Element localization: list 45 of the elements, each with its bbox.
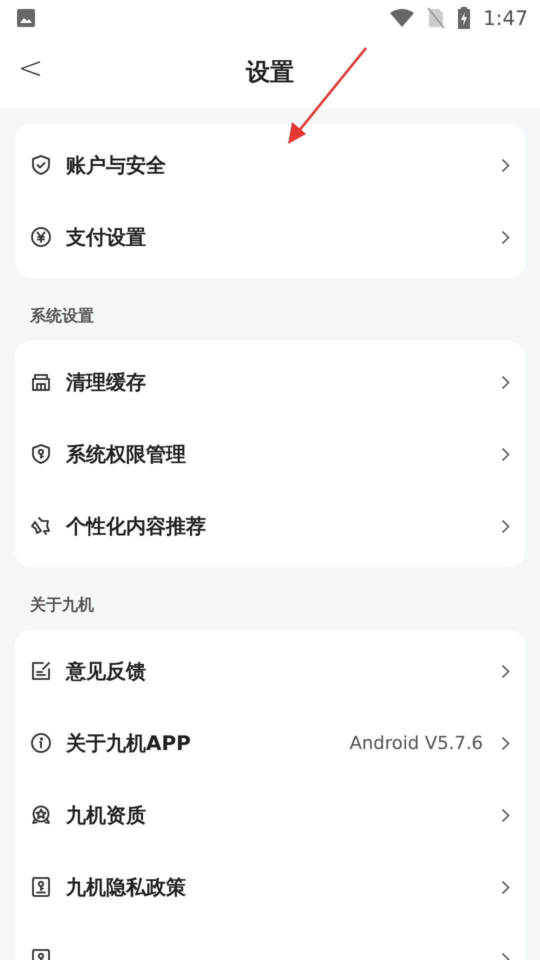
section-heading: 关于九机 (28, 594, 95, 616)
image-icon (16, 8, 36, 28)
page-title: 设置 (246, 57, 294, 88)
chevron-right-icon (501, 230, 510, 244)
row-label: 意见反馈 (66, 658, 147, 684)
status-time: 1:47 (483, 6, 528, 30)
battery-charging-icon (457, 7, 472, 29)
chevron-right-icon (501, 880, 510, 894)
row-label: 九机资质 (66, 802, 147, 828)
back-button[interactable]: < (14, 54, 48, 84)
row-label: 系统权限管理 (66, 440, 187, 468)
chevron-right-icon (501, 518, 510, 534)
row-label: 九机隐私政策 (66, 874, 187, 900)
settings-row[interactable]: 关于九机APP Android V5.7.6 (15, 707, 525, 779)
row-label: 个性化内容推荐 (66, 512, 207, 540)
section-heading: 系统设置 (29, 305, 95, 327)
chevron-right-icon (501, 158, 510, 172)
shield-key-icon (30, 443, 52, 465)
settings-row[interactable]: 系统权限管理 (15, 418, 525, 490)
basket-icon (30, 371, 52, 393)
wifi-icon (389, 8, 416, 28)
yen-icon (30, 226, 52, 248)
edit-note-icon (30, 660, 52, 682)
row-label: 清理缓存 (66, 368, 147, 396)
version-text: Android V5.7.6 (350, 732, 483, 754)
settings-row[interactable]: 九机资质 (15, 779, 525, 851)
settings-row[interactable]: 账户与安全 (15, 129, 525, 201)
row-label: 账户与安全 (66, 152, 167, 178)
settings-row[interactable]: 意见反馈 (15, 635, 525, 707)
settings-row[interactable]: 清理缓存 (15, 346, 525, 418)
chevron-right-icon (501, 446, 510, 462)
no-sim-icon (427, 7, 446, 29)
badge-icon (30, 804, 52, 826)
row-label: 关于九机APP (66, 730, 192, 756)
chevron-right-icon (501, 808, 510, 822)
document-icon (30, 876, 52, 898)
shield-check-icon (30, 154, 52, 176)
row-label: 支付设置 (66, 224, 147, 250)
settings-row[interactable]: 个性化内容推荐 (15, 490, 525, 562)
chevron-right-icon (501, 374, 510, 390)
settings-row[interactable]: 九机隐私政策 (15, 851, 525, 923)
chevron-right-icon (501, 664, 510, 678)
settings-row[interactable]: 支付设置 (15, 201, 525, 273)
chevron-right-icon (501, 736, 510, 750)
info-icon (30, 732, 52, 754)
